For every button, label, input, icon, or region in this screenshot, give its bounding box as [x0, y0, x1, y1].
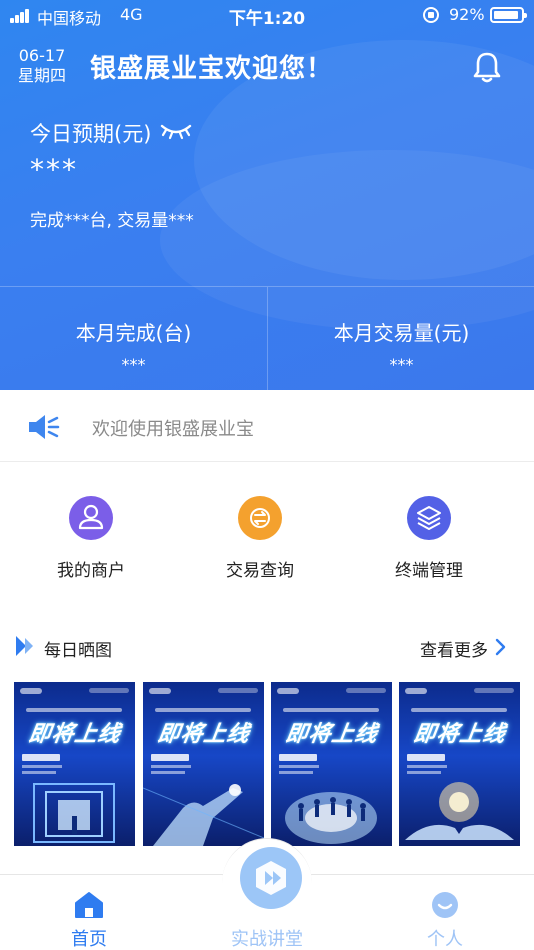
quick-label: 我的商户 [57, 561, 125, 581]
person-icon [69, 496, 113, 540]
header-banner: 中国移动 4G 下午1:20 92% 06-17 星期四 银盛展业宝欢迎您！ 今… [0, 0, 534, 390]
poster-artwork [33, 783, 115, 843]
poster-logo [20, 688, 42, 694]
exchange-icon [238, 496, 282, 540]
battery-icon [490, 7, 527, 23]
poster-title: 即将上线 [26, 722, 123, 747]
poster-text [22, 771, 56, 774]
poster-logo [277, 688, 299, 694]
rotation-lock-icon [423, 7, 439, 23]
poster-rule [411, 708, 507, 712]
poster-card[interactable]: 即将上线 [271, 682, 392, 846]
poster-text [279, 771, 313, 774]
tab-home[interactable]: 首页 [0, 875, 178, 950]
poster-rule [155, 708, 251, 712]
today-expected-value: *** [30, 153, 78, 186]
tab-profile[interactable]: 个人 [356, 875, 534, 950]
notice-bar[interactable]: 欢迎使用银盛展业宝 [0, 390, 534, 462]
today-summary: 完成***台, 交易量*** [30, 211, 194, 231]
poster-tag [151, 754, 189, 761]
poster-card[interactable]: 即将上线 [143, 682, 264, 846]
poster-tagline [346, 688, 386, 693]
poster-text [279, 765, 319, 768]
quick-label: 终端管理 [395, 561, 463, 581]
quick-transaction-query[interactable]: 交易查询 [190, 496, 330, 581]
daily-images-title: 每日晒图 [44, 641, 112, 661]
poster-text [407, 771, 441, 774]
battery-percent: 92% [449, 5, 485, 24]
stat-month-volume[interactable]: 本月交易量(元) *** [267, 287, 534, 390]
poster-card[interactable]: 即将上线 [14, 682, 135, 846]
double-arrow-icon [16, 636, 33, 656]
poster-title: 即将上线 [283, 722, 380, 747]
poster-tag [407, 754, 445, 761]
poster-title: 即将上线 [155, 722, 252, 747]
today-expected-label: 今日预期(元) [30, 122, 152, 146]
poster-text [151, 771, 185, 774]
home-icon [75, 892, 103, 918]
tab-label: 首页 [71, 929, 107, 950]
stat-label: 本月完成(台) [75, 321, 192, 345]
poster-rule [26, 708, 122, 712]
quick-menu: 我的商户 交易查询 终端管理 [0, 462, 534, 612]
date-box: 06-17 星期四 [18, 46, 66, 86]
poster-artwork [143, 784, 264, 846]
monthly-stats: 本月完成(台) *** 本月交易量(元) *** [0, 286, 534, 390]
speaker-icon [29, 415, 60, 439]
quick-my-merchants[interactable]: 我的商户 [21, 496, 161, 581]
chevron-right-icon[interactable] [494, 638, 506, 656]
poster-tagline [474, 688, 514, 693]
poster-tag [22, 754, 60, 761]
tab-label: 实战讲堂 [231, 929, 303, 950]
weekday-text: 星期四 [18, 66, 67, 85]
poster-title: 即将上线 [411, 722, 508, 747]
eye-closed-icon[interactable] [160, 120, 192, 142]
lecture-center-button[interactable] [240, 847, 302, 909]
stat-label: 本月交易量(元) [333, 321, 470, 345]
poster-tagline [89, 688, 129, 693]
poster-card[interactable]: 即将上线 [399, 682, 520, 846]
poster-text [151, 765, 191, 768]
date-text: 06-17 [18, 46, 66, 65]
profile-icon [432, 892, 458, 918]
stat-value: *** [389, 355, 414, 374]
daily-images-header: 每日晒图 查看更多 [0, 630, 534, 664]
poster-text [22, 765, 62, 768]
play-icon [256, 861, 286, 895]
quick-label: 交易查询 [226, 561, 294, 581]
status-bar: 中国移动 4G 下午1:20 92% [0, 0, 534, 30]
poster-tagline [218, 688, 258, 693]
view-more-link[interactable]: 查看更多 [420, 636, 488, 661]
quick-terminal-management[interactable]: 终端管理 [359, 496, 499, 581]
notice-text: 欢迎使用银盛展业宝 [92, 419, 254, 440]
poster-text [407, 765, 447, 768]
welcome-title: 银盛展业宝欢迎您！ [90, 54, 334, 84]
stat-value: *** [121, 355, 146, 374]
poster-strip: 即将上线 即将上线 即将上线 即将上线 [14, 682, 524, 848]
poster-rule [283, 708, 379, 712]
layers-icon [407, 496, 451, 540]
poster-artwork [405, 782, 514, 840]
poster-logo [405, 688, 427, 694]
bell-icon[interactable] [472, 50, 502, 84]
poster-logo [149, 688, 171, 694]
stat-month-completed[interactable]: 本月完成(台) *** [0, 287, 267, 390]
poster-tag [279, 754, 317, 761]
poster-artwork [285, 792, 377, 844]
tab-label: 个人 [427, 929, 463, 950]
